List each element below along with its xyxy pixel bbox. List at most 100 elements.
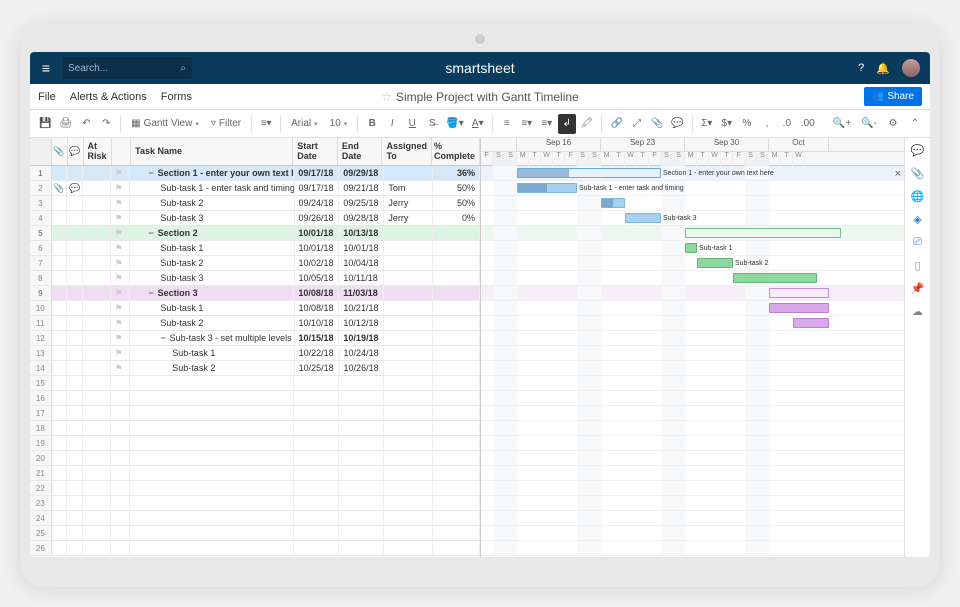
gantt-bar[interactable]: Sub-task 1: [685, 243, 697, 253]
rail-globe-icon[interactable]: 🌐: [911, 190, 925, 203]
bold-icon[interactable]: B: [363, 114, 381, 134]
avatar[interactable]: [902, 59, 920, 77]
gantt-bar[interactable]: [685, 228, 841, 238]
align-vert-icon[interactable]: ≡▾: [538, 114, 556, 134]
size-dropdown[interactable]: 10▾: [325, 114, 353, 134]
gantt-bar[interactable]: Sub-task 3: [625, 213, 661, 223]
save-icon[interactable]: 💾: [36, 114, 54, 134]
col-task[interactable]: Task Name: [131, 138, 293, 165]
zoom-out-icon[interactable]: 🔍-: [858, 114, 880, 134]
col-end[interactable]: End Date: [338, 138, 383, 165]
print-icon[interactable]: 🖨: [56, 114, 75, 134]
table-row[interactable]: 23: [30, 496, 480, 511]
share-button[interactable]: 👥Share: [864, 87, 922, 106]
undo-icon[interactable]: ↶: [77, 114, 95, 134]
fill-icon[interactable]: 🪣▾: [443, 114, 466, 134]
link-icon[interactable]: 🔗: [607, 114, 625, 134]
table-row[interactable]: 13⚑Sub-task 110/22/1810/24/18: [30, 346, 480, 361]
table-row[interactable]: 1⚑−Section 1 - enter your own text here0…: [30, 166, 480, 181]
attach-icon[interactable]: 📎: [648, 114, 666, 134]
gantt-bar[interactable]: [769, 288, 829, 298]
bell-icon[interactable]: 🔔: [876, 62, 890, 75]
menu-file[interactable]: File: [38, 91, 56, 103]
table-row[interactable]: 12⚑−Sub-task 3 - set multiple levels10/1…: [30, 331, 480, 346]
table-row[interactable]: 25: [30, 526, 480, 541]
gear-icon[interactable]: ⚙: [884, 114, 902, 134]
table-row[interactable]: 16: [30, 391, 480, 406]
search-box[interactable]: ⌕: [62, 57, 192, 79]
attach-col-icon[interactable]: 📎: [52, 138, 68, 165]
table-row[interactable]: 22: [30, 481, 480, 496]
percent-icon[interactable]: %: [738, 114, 756, 134]
rail-controls-icon[interactable]: ⎚: [913, 236, 922, 249]
filter-dropdown[interactable]: ▿ Filter: [206, 114, 246, 134]
font-dropdown[interactable]: Arial▾: [286, 114, 323, 134]
highlight-icon[interactable]: 🖍: [578, 114, 597, 134]
rail-book-icon[interactable]: ▯: [914, 259, 920, 272]
gantt-bar[interactable]: Section 1 - enter your own text here: [517, 168, 661, 178]
redo-icon[interactable]: ↷: [97, 114, 115, 134]
col-complete[interactable]: % Complete: [432, 138, 480, 165]
align-left-icon[interactable]: ≡: [498, 114, 516, 134]
rail-pin-icon[interactable]: 📌: [911, 282, 925, 295]
table-row[interactable]: 11⚑Sub-task 210/10/1810/12/18: [30, 316, 480, 331]
table-row[interactable]: 24: [30, 511, 480, 526]
table-row[interactable]: 19: [30, 436, 480, 451]
gantt-bar[interactable]: Sub-task 2: [697, 258, 733, 268]
table-row[interactable]: 6⚑Sub-task 110/01/1810/01/18: [30, 241, 480, 256]
table-row[interactable]: 14⚑Sub-task 210/25/1810/26/18: [30, 361, 480, 376]
close-gantt-icon[interactable]: ×: [895, 168, 901, 180]
cell-link-icon[interactable]: ⤢: [628, 114, 646, 134]
gantt-bar[interactable]: Sub-task 1 - enter task and timing: [517, 183, 577, 193]
italic-icon[interactable]: I: [383, 114, 401, 134]
search-input[interactable]: [68, 63, 168, 74]
table-row[interactable]: 5⚑−Section 210/01/1810/13/18: [30, 226, 480, 241]
search-icon[interactable]: ⌕: [180, 63, 186, 74]
col-assigned[interactable]: Assigned To: [382, 138, 432, 165]
rail-publish-icon[interactable]: ◈: [913, 213, 921, 226]
rail-attach-icon[interactable]: 📎: [911, 167, 925, 180]
rail-chat-icon[interactable]: 💬: [911, 144, 925, 157]
menu-alerts[interactable]: Alerts & Actions: [70, 91, 147, 103]
help-icon[interactable]: ?: [858, 62, 864, 74]
table-row[interactable]: 9⚑−Section 310/08/1811/03/18: [30, 286, 480, 301]
dec-dec-icon[interactable]: .00: [798, 114, 818, 134]
table-row[interactable]: 8⚑Sub-task 310/05/1810/11/18: [30, 271, 480, 286]
underline-icon[interactable]: U: [403, 114, 421, 134]
gantt-bar[interactable]: [769, 303, 829, 313]
table-row[interactable]: 2📎💬⚑Sub-task 1 - enter task and timing09…: [30, 181, 480, 196]
table-row[interactable]: 7⚑Sub-task 210/02/1810/04/18: [30, 256, 480, 271]
view-dropdown[interactable]: ▦ Gantt View▾: [126, 114, 204, 134]
comment-col-icon[interactable]: 💬: [68, 138, 84, 165]
col-start[interactable]: Start Date: [293, 138, 338, 165]
zoom-in-icon[interactable]: 🔍+: [830, 114, 854, 134]
comma-icon[interactable]: ,: [758, 114, 776, 134]
gantt-bar[interactable]: [733, 273, 817, 283]
currency-icon[interactable]: $▾: [718, 114, 736, 134]
col-risk[interactable]: At Risk: [84, 138, 112, 165]
comment-icon[interactable]: 💬: [668, 114, 686, 134]
table-row[interactable]: 17: [30, 406, 480, 421]
table-row[interactable]: 4⚑Sub-task 309/26/1809/28/18Jerry0%: [30, 211, 480, 226]
table-row[interactable]: 3⚑Sub-task 209/24/1809/25/18Jerry50%: [30, 196, 480, 211]
rail-cloud-icon[interactable]: ☁: [912, 305, 923, 318]
row-ops-icon[interactable]: ≡▾: [257, 114, 275, 134]
collapse-icon[interactable]: ⌃: [906, 114, 924, 134]
grid-pane: 📎 💬 At Risk Task Name Start Date End Dat…: [30, 138, 480, 557]
menu-forms[interactable]: Forms: [161, 91, 192, 103]
hamburger-icon[interactable]: ≡: [30, 60, 62, 76]
color-icon[interactable]: A▾: [469, 114, 487, 134]
gantt-bar[interactable]: [601, 198, 625, 208]
wrap-icon[interactable]: ↲: [558, 114, 576, 134]
sum-icon[interactable]: Σ▾: [698, 114, 716, 134]
table-row[interactable]: 10⚑Sub-task 110/08/1810/21/18: [30, 301, 480, 316]
align-horiz-icon[interactable]: ≡▾: [518, 114, 536, 134]
table-row[interactable]: 15: [30, 376, 480, 391]
strike-icon[interactable]: S̶: [423, 114, 441, 134]
dec-inc-icon[interactable]: .0: [778, 114, 796, 134]
table-row[interactable]: 20: [30, 451, 480, 466]
table-row[interactable]: 21: [30, 466, 480, 481]
table-row[interactable]: 26: [30, 541, 480, 556]
table-row[interactable]: 18: [30, 421, 480, 436]
gantt-bar[interactable]: [793, 318, 829, 328]
